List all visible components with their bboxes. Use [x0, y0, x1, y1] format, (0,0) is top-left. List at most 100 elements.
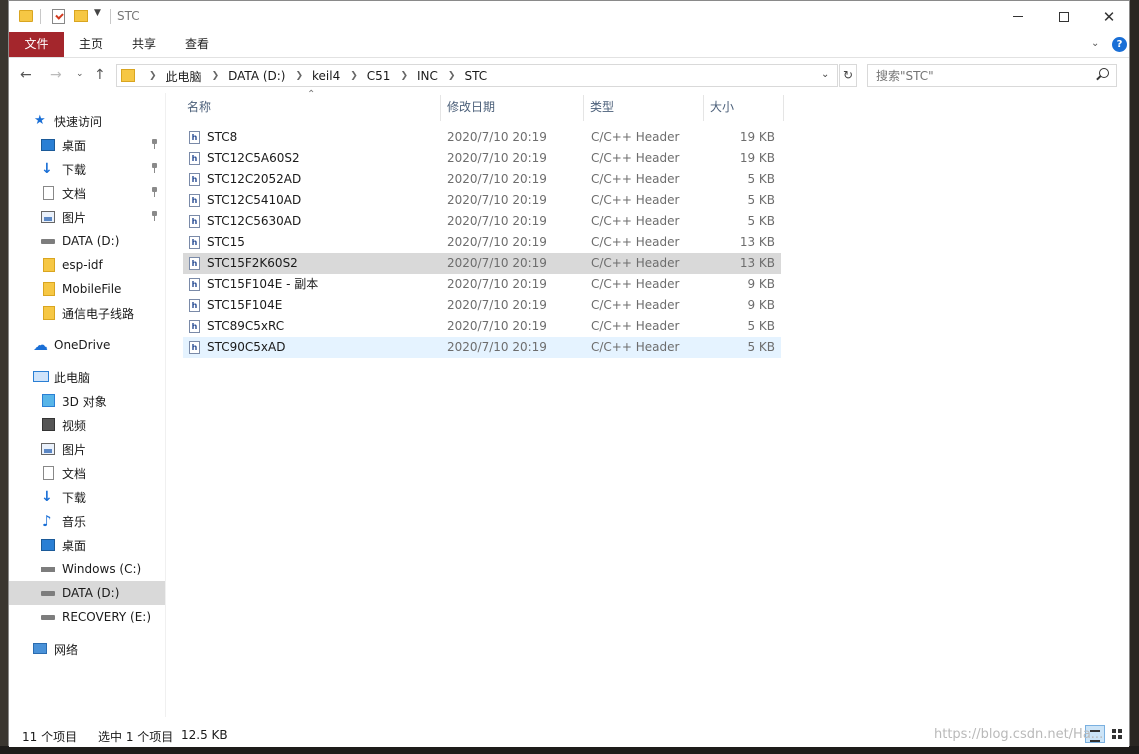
breadcrumb-stc[interactable]: STC	[464, 69, 487, 83]
table-row[interactable]: h STC12C5410AD 2020/7/10 20:19 C/C++ Hea…	[183, 190, 781, 211]
customize-toolbar-chevron-icon[interactable]: ▼	[94, 8, 101, 18]
chevron-right-icon[interactable]: ❯	[350, 71, 358, 81]
large-icons-view-icon[interactable]	[1108, 725, 1128, 743]
file-date: 2020/7/10 20:19	[447, 172, 547, 186]
table-row[interactable]: h STC89C5xRC 2020/7/10 20:19 C/C++ Heade…	[183, 316, 781, 337]
sidebar-item-data-drive[interactable]: DATA (D:)	[9, 229, 165, 253]
chevron-right-icon[interactable]: ❯	[295, 71, 303, 81]
column-header-type[interactable]: 类型	[586, 93, 702, 121]
table-row[interactable]: h STC12C5630AD 2020/7/10 20:19 C/C++ Hea…	[183, 211, 781, 232]
folder-icon	[43, 306, 55, 320]
file-size: 9 KB	[747, 277, 775, 291]
sidebar-item-mobilefile[interactable]: MobileFile	[9, 277, 165, 301]
sidebar-item-recovery-drive[interactable]: RECOVERY (E:)	[9, 605, 165, 629]
tab-file[interactable]: 文件	[9, 32, 64, 57]
chevron-right-icon[interactable]: ❯	[448, 71, 456, 81]
sidebar-item-documents[interactable]: 文档	[9, 181, 165, 205]
sidebar-item-esp-idf[interactable]: esp-idf	[9, 253, 165, 277]
file-name: STC12C2052AD	[207, 172, 302, 186]
sidebar-item-comm-circuits[interactable]: 通信电子线路	[9, 301, 165, 325]
help-icon[interactable]: ?	[1112, 37, 1127, 52]
column-header-size[interactable]: 大小	[706, 93, 782, 121]
header-file-icon: h	[189, 236, 200, 249]
sidebar-item-pc-downloads[interactable]: ↓ 下载	[9, 485, 165, 509]
watermark: https://blog.csdn.net/Ha...	[934, 727, 1104, 742]
title-separator	[110, 9, 111, 24]
file-date: 2020/7/10 20:19	[447, 256, 547, 270]
sidebar-item-quick-access[interactable]: ★ 快速访问	[9, 109, 165, 133]
table-row-selected[interactable]: h STC15F2K60S2 2020/7/10 20:19 C/C++ Hea…	[183, 253, 781, 274]
chevron-right-icon[interactable]: ❯	[212, 71, 220, 81]
file-type: C/C++ Header	[591, 151, 680, 165]
chevron-right-icon[interactable]: ❯	[400, 71, 408, 81]
sidebar-item-label: 视频	[62, 418, 87, 433]
table-row[interactable]: h STC15F104E - 副本 2020/7/10 20:19 C/C++ …	[183, 274, 781, 295]
column-header-date[interactable]: 修改日期	[443, 93, 583, 121]
file-type: C/C++ Header	[591, 319, 680, 333]
search-input[interactable]	[868, 65, 1090, 86]
download-icon: ↓	[41, 489, 53, 505]
video-icon	[42, 418, 55, 431]
address-bar[interactable]: ❯ 此电脑 ❯ DATA (D:) ❯ keil4 ❯ C51 ❯ INC ❯ …	[116, 64, 838, 87]
desktop-background-right	[1130, 0, 1139, 754]
properties-icon[interactable]	[52, 9, 65, 24]
tab-share[interactable]: 共享	[119, 32, 169, 57]
close-button[interactable]: ✕	[1086, 1, 1132, 32]
window-title: STC	[117, 9, 140, 23]
table-row[interactable]: h STC12C2052AD 2020/7/10 20:19 C/C++ Hea…	[183, 169, 781, 190]
column-separator[interactable]	[703, 95, 704, 121]
pin-icon	[151, 163, 158, 173]
table-row[interactable]: h STC15 2020/7/10 20:19 C/C++ Header 13 …	[183, 232, 781, 253]
header-file-icon: h	[189, 194, 200, 207]
file-size: 5 KB	[747, 193, 775, 207]
column-separator[interactable]	[440, 95, 441, 121]
sidebar-item-pictures[interactable]: 图片	[9, 205, 165, 229]
expand-ribbon-chevron-icon[interactable]: ⌄	[1091, 38, 1099, 49]
sidebar-item-downloads[interactable]: ↓ 下载	[9, 157, 165, 181]
sidebar-item-pc-desktop[interactable]: 桌面	[9, 533, 165, 557]
file-date: 2020/7/10 20:19	[447, 319, 547, 333]
sidebar-item-network[interactable]: 网络	[9, 637, 165, 661]
breadcrumb-c51[interactable]: C51	[367, 69, 391, 83]
sidebar-item-this-pc[interactable]: 此电脑	[9, 365, 165, 389]
table-row[interactable]: h STC15F104E 2020/7/10 20:19 C/C++ Heade…	[183, 295, 781, 316]
sidebar-item-label: OneDrive	[54, 338, 111, 352]
column-separator[interactable]	[783, 95, 784, 121]
sidebar-item-pc-data-drive[interactable]: DATA (D:)	[9, 581, 165, 605]
breadcrumb-keil4[interactable]: keil4	[312, 69, 340, 83]
forward-arrow-icon[interactable]: →	[50, 67, 62, 83]
table-row-hovered[interactable]: h STC90C5xAD 2020/7/10 20:19 C/C++ Heade…	[183, 337, 781, 358]
tab-view[interactable]: 查看	[172, 32, 222, 57]
sidebar-item-videos[interactable]: 视频	[9, 413, 165, 437]
file-name: STC15F2K60S2	[207, 256, 298, 270]
document-icon	[43, 186, 54, 200]
folder-icon	[43, 282, 55, 296]
sidebar-item-desktop[interactable]: 桌面	[9, 133, 165, 157]
sidebar-item-windows-drive[interactable]: Windows (C:)	[9, 557, 165, 581]
up-arrow-icon[interactable]: ↑	[94, 67, 106, 83]
search-icon[interactable]	[1099, 68, 1109, 78]
tab-home[interactable]: 主页	[66, 32, 116, 57]
refresh-icon[interactable]: ↻	[839, 64, 857, 87]
breadcrumb-inc[interactable]: INC	[417, 69, 438, 83]
address-history-chevron-icon[interactable]: ⌄	[821, 69, 829, 80]
back-arrow-icon[interactable]: ←	[20, 67, 32, 83]
column-header-name[interactable]: 名称	[183, 93, 439, 121]
maximize-button[interactable]	[1041, 1, 1087, 32]
minimize-button[interactable]	[995, 1, 1041, 32]
column-separator[interactable]	[583, 95, 584, 121]
new-folder-icon[interactable]	[74, 10, 88, 22]
table-row[interactable]: h STC12C5A60S2 2020/7/10 20:19 C/C++ Hea…	[183, 148, 781, 169]
breadcrumb-this-pc[interactable]: 此电脑	[166, 68, 202, 85]
sidebar-item-music[interactable]: ♪ 音乐	[9, 509, 165, 533]
breadcrumb-data-drive[interactable]: DATA (D:)	[228, 69, 285, 83]
recent-locations-chevron-icon[interactable]: ⌄	[76, 69, 84, 79]
sidebar-item-pc-documents[interactable]: 文档	[9, 461, 165, 485]
table-row[interactable]: h STC8 2020/7/10 20:19 C/C++ Header 19 K…	[183, 127, 781, 148]
maximize-icon	[1059, 11, 1069, 22]
search-box[interactable]	[867, 64, 1117, 87]
sidebar-item-onedrive[interactable]: ☁ OneDrive	[9, 333, 165, 357]
file-date: 2020/7/10 20:19	[447, 214, 547, 228]
sidebar-item-pc-pictures[interactable]: 图片	[9, 437, 165, 461]
sidebar-item-3d-objects[interactable]: 3D 对象	[9, 389, 165, 413]
